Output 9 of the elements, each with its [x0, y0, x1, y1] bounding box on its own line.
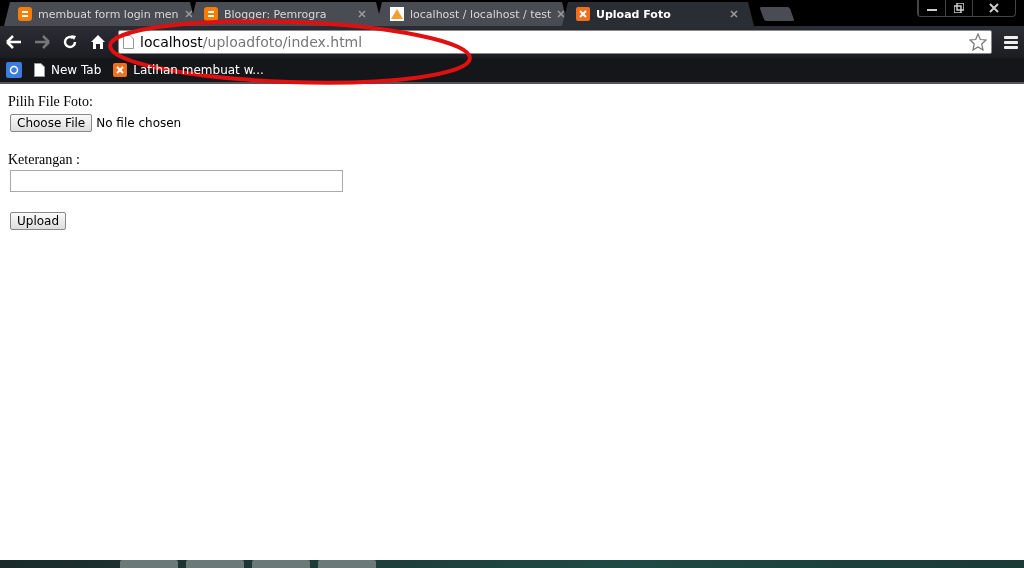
address-bar[interactable]: localhost/uploadfoto/index.html	[118, 30, 992, 54]
bookmark-link[interactable]: New Tab	[51, 63, 102, 77]
note-label: Keterangan :	[8, 152, 80, 168]
browser-tab[interactable]: Upload Foto	[562, 2, 754, 26]
upload-button[interactable]: Upload	[10, 212, 67, 230]
file-label: Pilih File Foto:	[8, 94, 93, 110]
choose-file-button[interactable]: Choose File	[10, 114, 93, 132]
url-text: localhost/uploadfoto/index.html	[140, 34, 363, 50]
file-status: No file chosen	[96, 116, 182, 130]
